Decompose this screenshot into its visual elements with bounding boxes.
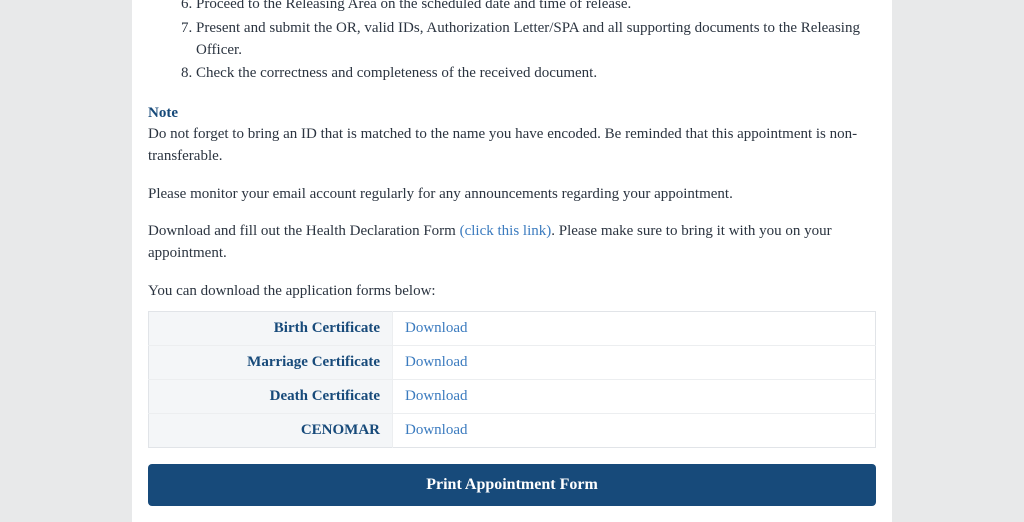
- form-label: Birth Certificate: [149, 311, 393, 345]
- download-link-marriage[interactable]: Download: [405, 354, 468, 370]
- forms-table: Birth Certificate Download Marriage Cert…: [148, 311, 876, 448]
- download-link-death[interactable]: Download: [405, 388, 468, 404]
- download-link-birth[interactable]: Download: [405, 320, 468, 336]
- note-text: Do not forget to bring an ID that is mat…: [148, 124, 876, 168]
- forms-intro: You can download the application forms b…: [148, 281, 876, 303]
- monitor-email-text: Please monitor your email account regula…: [148, 184, 876, 206]
- print-appointment-button[interactable]: Print Appointment Form: [148, 464, 876, 506]
- table-row: CENOMAR Download: [149, 413, 876, 447]
- table-row: Marriage Certificate Download: [149, 345, 876, 379]
- form-label: Marriage Certificate: [149, 345, 393, 379]
- table-row: Death Certificate Download: [149, 379, 876, 413]
- step-item: Present and submit the OR, valid IDs, Au…: [196, 18, 876, 62]
- health-form-link[interactable]: (click this link): [460, 223, 552, 239]
- form-label: Death Certificate: [149, 379, 393, 413]
- form-label: CENOMAR: [149, 413, 393, 447]
- download-link-cenomar[interactable]: Download: [405, 422, 468, 438]
- note-heading: Note: [148, 105, 876, 122]
- steps-list: Proceed to the Releasing Area on the sch…: [148, 0, 876, 85]
- table-row: Birth Certificate Download: [149, 311, 876, 345]
- health-form-prefix: Download and fill out the Health Declara…: [148, 223, 460, 239]
- step-item: Proceed to the Releasing Area on the sch…: [196, 0, 876, 16]
- step-item: Check the correctness and completeness o…: [196, 63, 876, 85]
- page-container: Proceed to the Releasing Area on the sch…: [132, 0, 892, 522]
- health-form-text: Download and fill out the Health Declara…: [148, 221, 876, 265]
